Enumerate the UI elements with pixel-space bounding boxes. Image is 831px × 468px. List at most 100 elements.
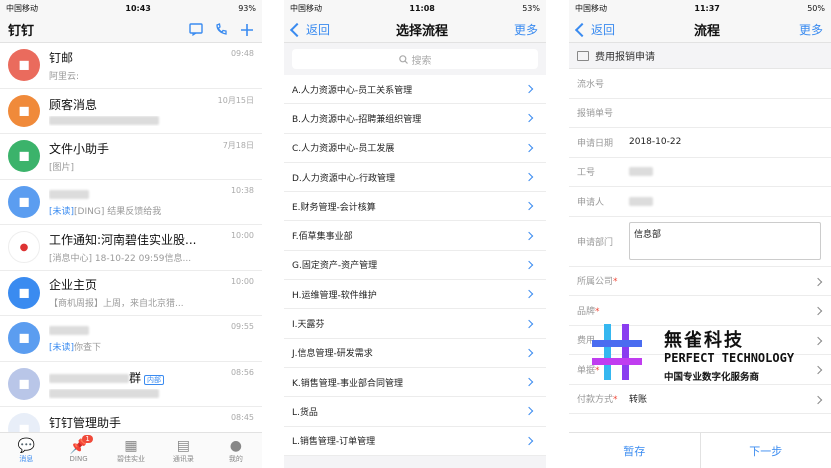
chevron-right-icon bbox=[813, 306, 823, 316]
form-actions: 暂存 下一步 bbox=[569, 432, 831, 468]
tab-person[interactable]: ● 我的 bbox=[210, 433, 262, 468]
field-label-text: 品牌 bbox=[577, 306, 596, 317]
message-icon[interactable] bbox=[189, 23, 203, 36]
chat-name-text: 钉邮 bbox=[49, 50, 74, 65]
form-field[interactable]: 工号 bbox=[569, 158, 831, 187]
process-item[interactable]: H.运维管理-软件维护 bbox=[284, 280, 546, 310]
chevron-right-icon bbox=[524, 231, 534, 240]
chevron-right-icon bbox=[524, 84, 534, 94]
more-button[interactable]: 更多 bbox=[799, 21, 823, 38]
chevron-right-icon bbox=[524, 319, 534, 328]
process-form-screen: 中国移动 11:37 50% 返回 流程 更多 费用报销申请 流水号 报销单号 申请… bbox=[569, 0, 831, 468]
department-textarea[interactable]: 信息部 bbox=[629, 222, 821, 260]
chat-name: 钉邮 bbox=[49, 49, 254, 66]
mail-icon: ◼ bbox=[8, 49, 40, 82]
search-input[interactable]: 搜索 bbox=[292, 49, 538, 69]
tab-grid[interactable]: ▦ 碧佳实业 bbox=[105, 433, 157, 468]
chat-item[interactable]: ◼ [未读][DING] 结果反馈给我 10:38 bbox=[0, 180, 262, 225]
chat-preview: [未读]你查下 bbox=[49, 340, 254, 353]
field-label: 所属公司* bbox=[577, 274, 629, 287]
more-button[interactable]: 更多 bbox=[514, 21, 538, 38]
field-label: 工号 bbox=[577, 165, 629, 178]
process-item[interactable]: I.天露芬 bbox=[284, 309, 546, 339]
form-field[interactable]: 流水号 bbox=[569, 69, 831, 99]
process-item[interactable]: B.人力资源中心-招聘兼组织管理 bbox=[284, 104, 546, 134]
form-field[interactable]: 所属公司* bbox=[569, 267, 831, 296]
process-item[interactable]: L.货品 bbox=[284, 397, 546, 427]
chat-list: ◼ 钉邮 阿里云: 09:48 ◼ 顾客消息 10月15日 ◼ 文件小助手 [图片] 7月18日 ◼[… bbox=[0, 43, 262, 453]
chat-item[interactable]: ◼ 顾客消息 10月15日 bbox=[0, 89, 262, 134]
process-item[interactable]: D.人力资源中心-行政管理 bbox=[284, 163, 546, 193]
blurred-value bbox=[629, 196, 653, 206]
process-item[interactable]: G.固定资产-资产管理 bbox=[284, 251, 546, 281]
chat-time: 10月15日 bbox=[217, 95, 254, 105]
process-item[interactable]: F.佰草集事业部 bbox=[284, 221, 546, 251]
process-item[interactable]: K.销售管理-事业部合同管理 bbox=[284, 368, 546, 398]
form-icon bbox=[577, 50, 589, 61]
tab-chat[interactable]: 💬 消息 bbox=[0, 433, 52, 468]
chat-item[interactable]: ◼ 企业主页 【商机周报】上周，来自北京猎... 10:00 bbox=[0, 271, 262, 316]
back-button[interactable]: 返回 bbox=[574, 21, 615, 38]
blurred-name bbox=[49, 189, 89, 199]
next-step-button[interactable]: 下一步 bbox=[699, 433, 831, 468]
form-field[interactable]: 报销单号 bbox=[569, 99, 831, 128]
form-field[interactable]: 申请日期 2018-10-22 bbox=[569, 128, 831, 158]
form-field[interactable]: 申请人 bbox=[569, 187, 831, 217]
carrier: 中国移动 bbox=[575, 4, 607, 13]
tab-label: 消息 bbox=[19, 454, 34, 463]
chat-time: 09:48 bbox=[230, 49, 254, 58]
chat-time: 08:45 bbox=[230, 413, 254, 422]
process-item[interactable]: E.财务管理-会计核算 bbox=[284, 192, 546, 222]
required-mark: * bbox=[613, 395, 618, 406]
notification-badge: 1 bbox=[82, 435, 93, 443]
process-item[interactable]: C.人力资源中心-员工发展 bbox=[284, 134, 546, 163]
tab-contacts[interactable]: ▤ 通讯录 bbox=[157, 433, 209, 468]
chat-item[interactable]: ◼ 群内部 08:56 bbox=[0, 362, 262, 407]
chat-item[interactable]: ◼ 文件小助手 [图片] 7月18日 bbox=[0, 134, 262, 180]
chevron-left-icon bbox=[289, 22, 305, 37]
process-label: C.人力资源中心-员工发展 bbox=[292, 144, 395, 155]
watermark-logo: 無雀科技 PERFECT TECHNOLOGY 中国专业数字化服务商 bbox=[592, 318, 802, 388]
chat-name-text: 顾客消息 bbox=[49, 97, 98, 112]
save-draft-button[interactable]: 暂存 bbox=[569, 433, 700, 468]
preview-text: [DING] 结果反馈给我 bbox=[74, 206, 162, 217]
tab-label: DING bbox=[69, 454, 88, 463]
chevron-right-icon bbox=[524, 202, 534, 211]
process-label: E.财务管理-会计核算 bbox=[292, 202, 376, 213]
chevron-right-icon bbox=[524, 348, 534, 358]
chat-item[interactable]: ● 工作通知:河南碧佳实业股... [消息中心] 18-10-22 09:59信息.… bbox=[0, 225, 262, 271]
chat-name: 工作通知:河南碧佳实业股... bbox=[49, 231, 254, 248]
contacts-icon: ▤ bbox=[176, 437, 191, 454]
chat-preview: [图片] bbox=[49, 160, 254, 173]
carrier: 中国移动 bbox=[6, 4, 38, 13]
chat-name-text: 群 bbox=[129, 370, 142, 385]
blurred-preview bbox=[49, 115, 159, 125]
chevron-left-icon bbox=[574, 22, 590, 37]
phone-icon[interactable] bbox=[215, 23, 228, 36]
chat-item[interactable]: ◼ 钉邮阿里云: 09:48 bbox=[0, 43, 262, 89]
chat-name-text: 企业主页 bbox=[49, 278, 98, 293]
tab-ding[interactable]: 📌 DING 1 bbox=[52, 433, 104, 468]
process-item[interactable]: L.销售管理-订单管理 bbox=[284, 427, 546, 456]
chat-body: [未读][DING] 结果反馈给我 bbox=[49, 187, 254, 217]
chat-time: 10:00 bbox=[230, 231, 254, 240]
form-field[interactable]: 付款方式* 转账 bbox=[569, 385, 831, 414]
field-label: 品牌* bbox=[577, 304, 629, 317]
top-bar: 钉钉 bbox=[0, 17, 262, 43]
blurred-value bbox=[629, 167, 653, 177]
process-item[interactable]: A.人力资源中心-员工关系管理 bbox=[284, 75, 546, 105]
form-field[interactable]: 申请部门 信息部 bbox=[569, 217, 831, 267]
chevron-right-icon bbox=[524, 289, 534, 299]
select-process-screen: 中国移动 11:08 53% 返回 选择流程 更多 搜索 A.人力资源中心-员工… bbox=[284, 0, 546, 468]
page-title: 流程 bbox=[693, 24, 720, 39]
process-label: I.天露芬 bbox=[292, 320, 325, 331]
field-label: 申请部门 bbox=[577, 235, 629, 248]
clock: 11:08 bbox=[409, 4, 435, 13]
preview-text: 阿里云: bbox=[49, 71, 80, 82]
back-button[interactable]: 返回 bbox=[289, 21, 330, 38]
chevron-right-icon bbox=[524, 172, 534, 182]
process-item[interactable]: J.信息管理-研发需求 bbox=[284, 339, 546, 368]
add-icon[interactable] bbox=[240, 23, 254, 37]
battery-level: 53% bbox=[522, 4, 540, 13]
chat-item[interactable]: ◼ [未读]你查下 09:55 bbox=[0, 316, 262, 362]
